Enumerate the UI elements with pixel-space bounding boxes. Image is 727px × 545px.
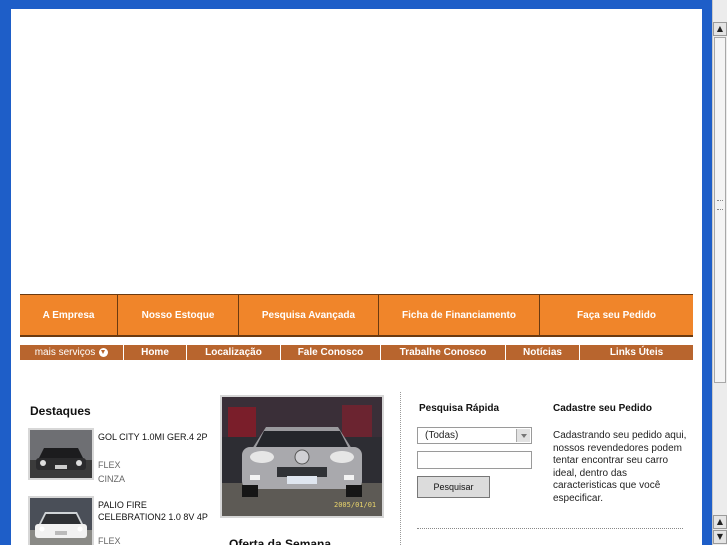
car-fuel: FLEX — [98, 460, 121, 470]
scroll-grip-icon — [717, 200, 723, 210]
subnav-item-trabalhe-conosco[interactable]: Trabalhe Conosco — [381, 345, 506, 360]
secondary-nav: mais serviços Home Localização Fale Cono… — [20, 345, 693, 360]
scroll-thumb[interactable] — [714, 37, 726, 383]
car-name[interactable]: PALIO FIRE CELEBRATION2 1.0 8V 4P — [98, 499, 208, 523]
nav-item-ficha-financiamento[interactable]: Ficha de Financiamento — [379, 295, 540, 335]
nav-item-faca-seu-pedido[interactable]: Faça seu Pedido — [540, 295, 693, 335]
nav-item-pesquisa-avancada[interactable]: Pesquisa Avançada — [239, 295, 379, 335]
subnav-item-localizacao[interactable]: Localização — [187, 345, 281, 360]
car-color: CINZA — [98, 474, 125, 484]
nav-item-a-empresa[interactable]: A Empresa — [20, 295, 118, 335]
brand-select-value: (Todas) — [425, 430, 459, 441]
chevron-down-circle-icon — [99, 348, 109, 357]
main-nav: A Empresa Nosso Estoque Pesquisa Avançad… — [20, 294, 693, 337]
destaques-list: GOL CITY 1.0MI GER.4 2P FLEX CINZA PALIO… — [28, 425, 208, 545]
dotted-divider — [417, 528, 683, 529]
column-divider — [400, 392, 401, 545]
nav-item-nosso-estoque[interactable]: Nosso Estoque — [118, 295, 239, 335]
list-item[interactable]: GOL CITY 1.0MI GER.4 2P FLEX CINZA — [28, 425, 208, 493]
quick-search-heading: Pesquisa Rápida — [419, 403, 500, 414]
quick-search-input[interactable] — [417, 451, 532, 469]
car-name[interactable]: GOL CITY 1.0MI GER.4 2P — [98, 431, 208, 443]
more-services-label: mais serviços — [34, 347, 96, 358]
header-banner — [11, 9, 702, 294]
subnav-item-home[interactable]: Home — [124, 345, 187, 360]
list-item[interactable]: PALIO FIRE CELEBRATION2 1.0 8V 4P FLEX — [28, 493, 208, 545]
window-frame-left — [0, 0, 11, 545]
car-thumbnail-image[interactable] — [28, 428, 94, 480]
brand-select[interactable]: (Todas) — [417, 427, 532, 444]
subnav-item-fale-conosco[interactable]: Fale Conosco — [281, 345, 381, 360]
featured-caption: Oferta da Semana — [229, 537, 332, 545]
subnav-item-noticias[interactable]: Notícias — [506, 345, 580, 360]
dropdown-arrow-icon[interactable] — [516, 429, 530, 442]
cadastre-heading: Cadastre seu Pedido — [553, 403, 652, 414]
scroll-down-arrow-icon[interactable]: ▼ — [713, 530, 727, 544]
search-button[interactable]: Pesquisar — [417, 476, 490, 498]
window-frame-right — [702, 0, 712, 545]
vertical-scrollbar[interactable]: ▲ ▲ ▼ — [712, 0, 727, 545]
car-thumbnail-image[interactable] — [28, 496, 94, 545]
cadastre-description: Cadastrando seu pedido aqui, nossos reve… — [553, 430, 687, 504]
photo-date-stamp: 2005/01/01 — [334, 501, 376, 509]
window-frame-top — [0, 0, 727, 9]
subnav-item-links-uteis[interactable]: Links Úteis — [580, 345, 693, 360]
featured-car-photo[interactable]: 2005/01/01 — [220, 395, 384, 518]
more-services-menu[interactable]: mais serviços — [20, 345, 124, 360]
scroll-up-arrow-icon[interactable]: ▲ — [713, 515, 727, 529]
scroll-up-arrow-icon[interactable]: ▲ — [713, 22, 727, 36]
destaques-heading: Destaques — [30, 404, 91, 418]
car-fuel: FLEX — [98, 536, 121, 545]
